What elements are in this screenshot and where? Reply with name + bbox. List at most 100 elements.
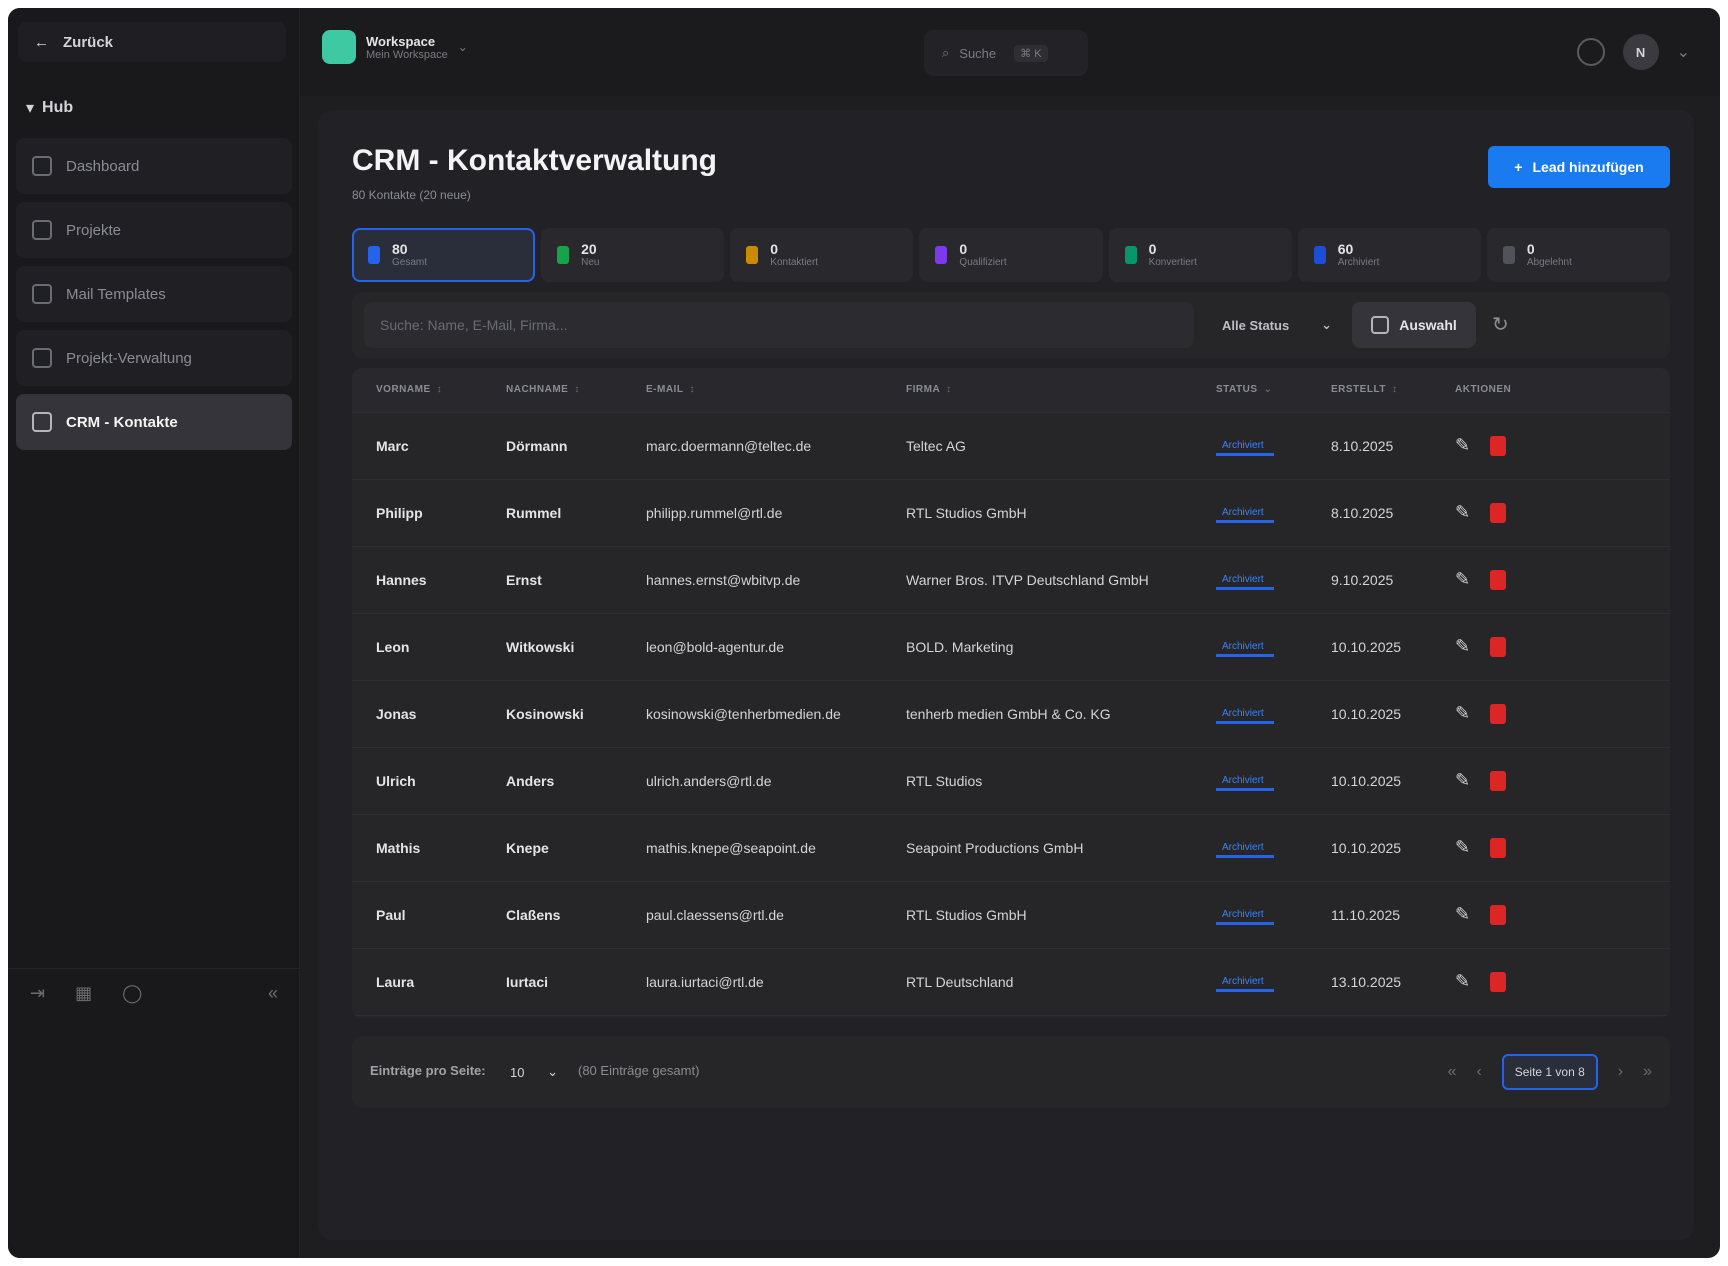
add-lead-button[interactable]: + Lead hinzufügen	[1488, 146, 1670, 188]
trash-icon[interactable]	[1490, 435, 1507, 456]
cell-email: hannes.ernst@wbitvp.de	[622, 545, 882, 613]
avatar[interactable]: N	[1622, 34, 1659, 70]
edit-icon[interactable]: ✎	[1455, 502, 1470, 523]
table-row[interactable]: Hannes Ernst hannes.ernst@wbitvp.de Warner …	[352, 545, 1670, 613]
trash-icon[interactable]	[1490, 904, 1507, 925]
edit-icon[interactable]: ✎	[1455, 837, 1470, 858]
status-badge[interactable]: Archiviert	[1216, 907, 1274, 925]
mail-icon	[32, 284, 52, 304]
workspace-subtitle: Mein Workspace	[366, 48, 448, 61]
status-filter-select[interactable]: Alle Status ⌄	[1212, 302, 1342, 348]
chat-icon[interactable]: ◯	[122, 983, 142, 1004]
stat-label: Abgelehnt	[1526, 257, 1572, 268]
trash-icon[interactable]	[1490, 770, 1507, 791]
refresh-icon[interactable]: ↻	[1492, 312, 1509, 337]
column-header-status[interactable]: STATUS ⌄	[1192, 368, 1307, 412]
column-header-firma[interactable]: FIRMA ↕	[882, 368, 1192, 412]
edit-icon[interactable]: ✎	[1455, 435, 1470, 456]
status-badge[interactable]: Archiviert	[1216, 974, 1274, 992]
grid-icon[interactable]: ▦	[75, 983, 92, 1004]
edit-icon[interactable]: ✎	[1455, 636, 1470, 657]
cell-status: Archiviert	[1192, 947, 1307, 1015]
sidebar-item-crm-kontakte[interactable]: CRM - Kontakte	[16, 394, 292, 450]
table-row[interactable]: Jonas Kosinowski kosinowski@tenherbmedien.…	[352, 679, 1670, 747]
status-badge[interactable]: Archiviert	[1216, 572, 1274, 590]
cell-aktionen: ✎	[1431, 947, 1670, 1015]
status-badge[interactable]: Archiviert	[1216, 438, 1274, 456]
edit-icon[interactable]: ✎	[1455, 971, 1470, 992]
table-row[interactable]: Marc Dörmann marc.doermann@teltec.de Teltec…	[352, 411, 1670, 479]
cell-aktionen: ✎	[1431, 478, 1670, 546]
cell-email: leon@bold-agentur.de	[622, 612, 882, 680]
cell-vorname: Laura	[352, 947, 482, 1015]
cell-firma	[882, 1014, 1192, 1018]
trash-icon[interactable]	[1490, 703, 1507, 724]
edit-icon[interactable]: ✎	[1455, 770, 1470, 791]
table-row[interactable]: Ulrich Anders ulrich.anders@rtl.de RTL Stud…	[352, 746, 1670, 814]
sidebar-item-projekte[interactable]: Projekte	[16, 202, 292, 258]
trash-icon[interactable]	[1490, 502, 1507, 523]
sidebar-item-dashboard[interactable]: Dashboard	[16, 138, 292, 194]
column-header-nachname[interactable]: NACHNAME ↕	[482, 368, 622, 412]
column-header-vorname[interactable]: VORNAME ↕	[352, 368, 482, 412]
last-page-icon[interactable]: »	[1643, 1063, 1652, 1081]
select-mode-button[interactable]: Auswahl	[1352, 302, 1476, 348]
stat-card-konvertiert[interactable]: 0 Konvertiert	[1108, 228, 1292, 282]
workspace-switcher[interactable]: Workspace Mein Workspace ⌄	[322, 30, 468, 64]
sort-icon: ↕	[574, 384, 580, 396]
status-badge[interactable]: Archiviert	[1216, 639, 1274, 657]
table-row[interactable]: Leon Witkowski leon@bold-agentur.de BOLD. M…	[352, 612, 1670, 680]
sort-icon: ↕	[1391, 384, 1398, 396]
logout-icon[interactable]: ⇥	[30, 983, 45, 1004]
status-badge[interactable]: Archiviert	[1216, 840, 1274, 858]
table-row[interactable]: Mathis Knepe mathis.knepe@seapoint.de Seapo…	[352, 813, 1670, 881]
status-badge[interactable]: Archiviert	[1216, 505, 1274, 523]
back-button[interactable]: ← Zurück	[18, 22, 286, 62]
sort-icon: ↕	[436, 384, 443, 396]
per-page-label: Einträge pro Seite:	[370, 1063, 486, 1078]
trash-icon[interactable]	[1490, 971, 1507, 992]
cell-email: paul.claessens@rtl.de	[622, 880, 882, 948]
edit-icon[interactable]: ✎	[1455, 703, 1470, 724]
table-row[interactable]: Laura Iurtaci laura.iurtaci@rtl.de RTL Deut…	[352, 947, 1670, 1015]
sort-icon: ↕	[689, 384, 695, 396]
edit-icon[interactable]: ✎	[1455, 569, 1470, 590]
status-dot-icon	[1313, 246, 1326, 264]
table-row[interactable]: Philipp Rummel philipp.rummel@rtl.de RTL St…	[352, 478, 1670, 546]
contacts-icon	[32, 412, 52, 432]
chevron-down-icon[interactable]: ⌄	[1677, 42, 1690, 62]
first-page-icon[interactable]: «	[1448, 1063, 1457, 1081]
cell-erstellt: 10.10.2025	[1307, 612, 1431, 680]
trash-icon[interactable]	[1490, 569, 1507, 590]
page-title: CRM - Kontaktverwaltung	[352, 144, 718, 177]
stat-label: Kontaktiert	[770, 257, 819, 268]
sidebar-item-mail-templates[interactable]: Mail Templates	[16, 266, 292, 322]
trash-icon[interactable]	[1490, 636, 1507, 657]
cell-firma: Teltec AG	[882, 411, 1192, 479]
stat-card-qualifiziert[interactable]: 0 Qualifiziert	[919, 228, 1103, 282]
stat-card-gesamt[interactable]: 80 Gesamt	[352, 228, 536, 282]
stat-card-abgelehnt[interactable]: 0 Abgelehnt	[1486, 228, 1670, 282]
table-row[interactable]: Paul Claßens paul.claessens@rtl.de RTL Stud…	[352, 880, 1670, 948]
table-row[interactable]: JörgRudolphmail@jr-producer.de Archiviert…	[352, 1014, 1670, 1018]
next-page-icon[interactable]: ›	[1618, 1063, 1623, 1081]
prev-page-icon[interactable]: ‹	[1476, 1063, 1481, 1081]
contact-search-input[interactable]	[364, 302, 1194, 348]
status-badge[interactable]: Archiviert	[1216, 773, 1274, 791]
stat-card-neu[interactable]: 20 Neu	[541, 228, 725, 282]
help-icon[interactable]	[1576, 38, 1605, 66]
sidebar-item-projekt-verwaltung[interactable]: Projekt-Verwaltung	[16, 330, 292, 386]
global-search-button[interactable]: ⌕ Suche ⌘ K	[924, 30, 1088, 76]
stat-card-archiviert[interactable]: 60 Archiviert	[1297, 228, 1481, 282]
collapse-sidebar-icon[interactable]: «	[268, 983, 278, 1004]
stat-card-kontaktiert[interactable]: 0 Kontaktiert	[730, 228, 914, 282]
edit-icon[interactable]: ✎	[1455, 904, 1470, 925]
column-header-erstellt[interactable]: ERSTELLT ↕	[1307, 368, 1431, 412]
stat-label: Qualifiziert	[959, 257, 1007, 268]
cell-nachname: Witkowski	[482, 612, 622, 680]
per-page-select[interactable]: 10 ⌄	[502, 1054, 566, 1090]
sidebar-section-hub[interactable]: ▾ Hub	[26, 98, 73, 118]
status-badge[interactable]: Archiviert	[1216, 706, 1274, 724]
trash-icon[interactable]	[1490, 837, 1507, 858]
column-header-email[interactable]: E-MAIL ↕	[622, 368, 882, 412]
